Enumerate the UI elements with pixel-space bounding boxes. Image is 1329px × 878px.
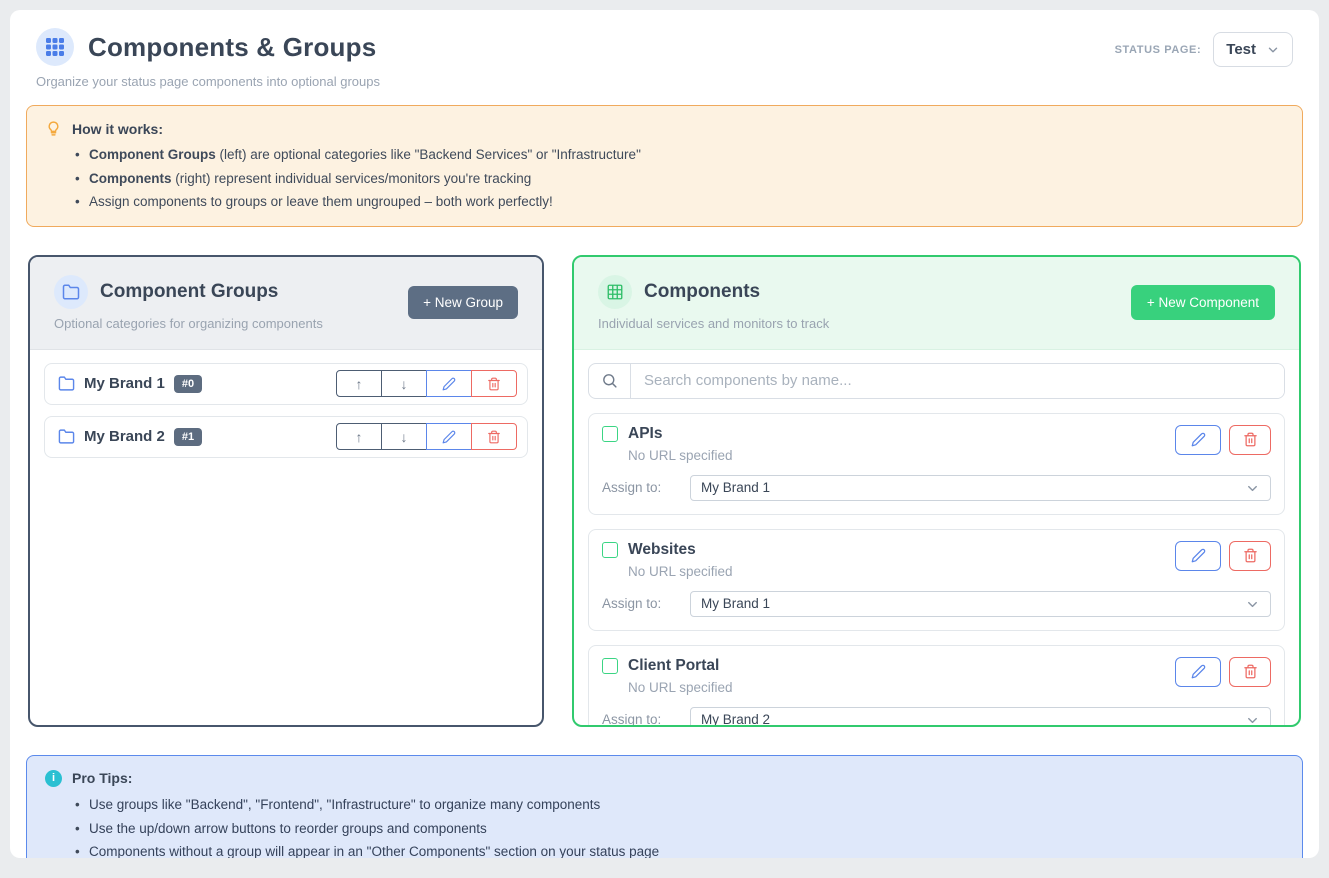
assign-group-select[interactable]: My Brand 1	[690, 591, 1271, 617]
component-card: Client Portal No URL specified	[588, 645, 1285, 727]
info-icon: i	[45, 770, 62, 787]
chevron-down-icon	[1245, 481, 1260, 496]
trash-icon	[487, 430, 501, 444]
how-it-works-list: Component Groups (left) are optional cat…	[45, 143, 1284, 214]
component-name: APIs	[628, 425, 662, 443]
page-subtitle: Organize your status page components int…	[36, 74, 380, 89]
assign-to-label: Assign to:	[602, 480, 690, 495]
component-name: Client Portal	[628, 657, 719, 675]
how-it-works-bullet: Component Groups (left) are optional cat…	[89, 143, 1284, 167]
folder-icon	[58, 428, 75, 445]
how-it-works-bullet: Components (right) represent individual …	[89, 167, 1284, 191]
page-header: Components & Groups Organize your status…	[26, 28, 1303, 89]
move-down-button[interactable]: ↓	[381, 370, 427, 397]
component-card: APIs No URL specified	[588, 413, 1285, 515]
assign-to-label: Assign to:	[602, 596, 690, 611]
component-checkbox[interactable]	[602, 658, 618, 674]
search-icon	[589, 364, 631, 398]
status-page-label: STATUS PAGE:	[1115, 44, 1202, 56]
edit-group-button[interactable]	[426, 370, 472, 397]
component-url-status: No URL specified	[628, 564, 733, 579]
chevron-down-icon	[1245, 597, 1260, 612]
component-url-status: No URL specified	[628, 680, 733, 695]
move-up-button[interactable]: ↑	[336, 370, 382, 397]
page-title: Components & Groups	[88, 32, 376, 63]
pro-tip-bullet: Components without a group will appear i…	[89, 840, 1284, 858]
arrow-up-icon: ↑	[356, 429, 363, 445]
components-panel-subtitle: Individual services and monitors to trac…	[598, 316, 829, 331]
assign-to-label: Assign to:	[602, 712, 690, 727]
move-down-button[interactable]: ↓	[381, 423, 427, 450]
move-up-button[interactable]: ↑	[336, 423, 382, 450]
trash-icon	[1243, 432, 1258, 447]
arrow-up-icon: ↑	[356, 376, 363, 392]
assign-group-select[interactable]: My Brand 1	[690, 475, 1271, 501]
chevron-down-icon	[1245, 713, 1260, 727]
folder-icon	[54, 275, 88, 309]
pro-tip-bullet: Use groups like "Backend", "Frontend", "…	[89, 793, 1284, 817]
how-it-works-bullet: Assign components to groups or leave the…	[89, 190, 1284, 214]
edit-group-button[interactable]	[426, 423, 472, 450]
delete-group-button[interactable]	[471, 370, 517, 397]
new-component-button[interactable]: + New Component	[1131, 285, 1275, 320]
assign-group-select[interactable]: My Brand 2	[690, 707, 1271, 727]
arrow-down-icon: ↓	[401, 429, 408, 445]
group-name: My Brand 1	[84, 375, 165, 392]
pencil-icon	[1191, 432, 1206, 447]
group-order-badge: #0	[174, 375, 202, 393]
assigned-group-value: My Brand 1	[701, 596, 770, 611]
delete-group-button[interactable]	[471, 423, 517, 450]
edit-component-button[interactable]	[1175, 541, 1221, 571]
trash-icon	[1243, 664, 1258, 679]
how-it-works-title: How it works:	[72, 121, 163, 137]
assigned-group-value: My Brand 1	[701, 480, 770, 495]
status-page-value: Test	[1226, 41, 1256, 58]
group-name: My Brand 2	[84, 428, 165, 445]
pencil-icon	[1191, 664, 1206, 679]
component-name: Websites	[628, 541, 696, 559]
pro-tip-bullet: Use the up/down arrow buttons to reorder…	[89, 817, 1284, 841]
trash-icon	[487, 377, 501, 391]
grid-icon	[598, 275, 632, 309]
component-checkbox[interactable]	[602, 542, 618, 558]
component-card: Websites No URL specified	[588, 529, 1285, 631]
pencil-icon	[442, 377, 456, 391]
group-order-badge: #1	[174, 428, 202, 446]
pencil-icon	[442, 430, 456, 444]
pencil-icon	[1191, 548, 1206, 563]
search-input[interactable]	[631, 364, 1284, 398]
edit-component-button[interactable]	[1175, 425, 1221, 455]
pro-tips-title: Pro Tips:	[72, 770, 132, 786]
status-page-select[interactable]: Test	[1213, 32, 1293, 67]
pro-tips-list: Use groups like "Backend", "Frontend", "…	[45, 793, 1284, 858]
delete-component-button[interactable]	[1229, 541, 1271, 571]
component-url-status: No URL specified	[628, 448, 733, 463]
components-panel: Components Individual services and monit…	[572, 255, 1301, 727]
component-checkbox[interactable]	[602, 426, 618, 442]
component-search	[588, 363, 1285, 399]
groups-panel-title: Component Groups	[100, 281, 278, 303]
chevron-down-icon	[1266, 43, 1280, 57]
lightbulb-icon	[45, 120, 62, 137]
new-group-button[interactable]: + New Group	[408, 286, 518, 319]
how-it-works-box: How it works: Component Groups (left) ar…	[26, 105, 1303, 227]
delete-component-button[interactable]	[1229, 425, 1271, 455]
group-row: My Brand 2 #1 ↑ ↓	[44, 416, 528, 458]
pro-tips-box: i Pro Tips: Use groups like "Backend", "…	[26, 755, 1303, 858]
arrow-down-icon: ↓	[401, 376, 408, 392]
edit-component-button[interactable]	[1175, 657, 1221, 687]
main-card: Components & Groups Organize your status…	[10, 10, 1319, 858]
folder-icon	[58, 375, 75, 392]
group-row: My Brand 1 #0 ↑ ↓	[44, 363, 528, 405]
apps-grid-icon	[36, 28, 74, 66]
delete-component-button[interactable]	[1229, 657, 1271, 687]
groups-panel-subtitle: Optional categories for organizing compo…	[54, 316, 323, 331]
components-panel-title: Components	[644, 281, 760, 303]
component-groups-panel: Component Groups Optional categories for…	[28, 255, 544, 727]
trash-icon	[1243, 548, 1258, 563]
assigned-group-value: My Brand 2	[701, 712, 770, 727]
